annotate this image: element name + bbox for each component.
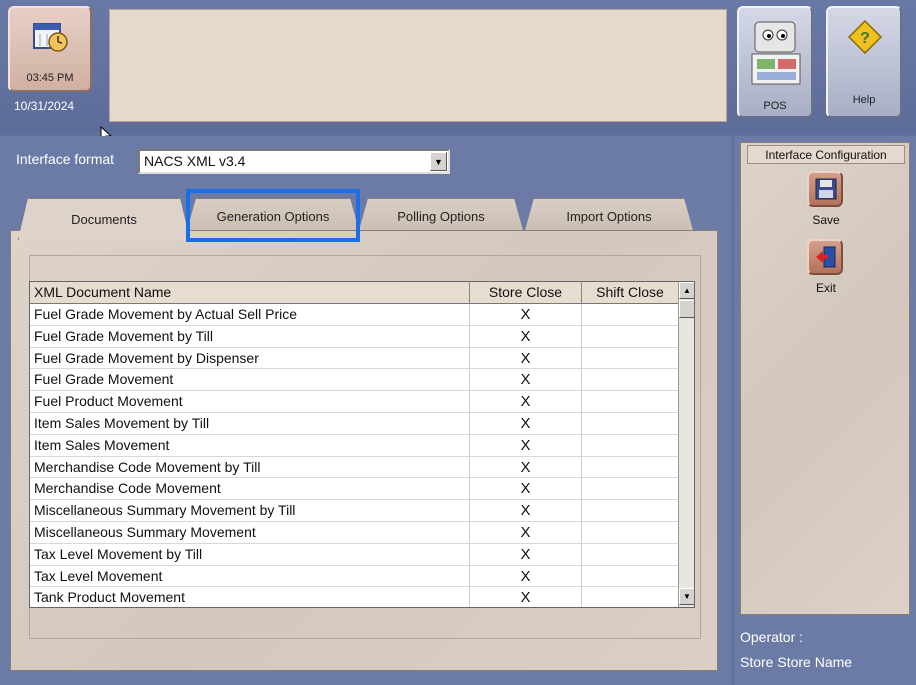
- document-name-cell: Fuel Grade Movement by Dispenser: [30, 347, 470, 369]
- dropdown-arrow-icon[interactable]: ▼: [430, 152, 447, 171]
- store-close-cell[interactable]: X: [470, 413, 582, 434]
- shift-close-cell[interactable]: [582, 326, 678, 347]
- help-label: Help: [852, 94, 876, 106]
- shift-close-cell[interactable]: [582, 566, 678, 587]
- store-close-cell[interactable]: X: [470, 456, 582, 478]
- column-header-name[interactable]: XML Document Name: [30, 282, 470, 304]
- table-row[interactable]: Fuel Grade Movement by Actual Sell Price…: [30, 304, 678, 326]
- document-name-cell: Item Sales Movement by Till: [30, 413, 470, 434]
- table-row[interactable]: Tax Level Movement by Till X: [30, 543, 678, 566]
- store-close-cell[interactable]: X: [470, 478, 582, 500]
- highlight-box: [186, 189, 360, 242]
- shift-close-cell[interactable]: [582, 369, 678, 390]
- column-header-shift-close[interactable]: Shift Close: [582, 282, 678, 304]
- tab-polling-options[interactable]: Polling Options: [358, 198, 524, 234]
- shift-close-cell[interactable]: [582, 544, 678, 565]
- document-name-cell: Fuel Grade Movement by Actual Sell Price: [30, 304, 470, 325]
- shift-close-cell[interactable]: [582, 457, 678, 478]
- interface-format-label: Interface format: [16, 151, 115, 167]
- interface-format-value: NACS XML v3.4: [144, 153, 246, 169]
- help-button[interactable]: ? Help: [826, 6, 902, 118]
- document-name-cell: Fuel Product Movement: [30, 391, 470, 412]
- grid-header: XML Document Name Store Close Shift Clos…: [30, 282, 694, 304]
- shift-close-cell[interactable]: [582, 500, 678, 521]
- exit-door-icon: [816, 246, 836, 268]
- config-panel-title: Interface Configuration: [747, 145, 905, 164]
- help-icon: ?: [848, 20, 882, 54]
- document-name-cell: Merchandise Code Movement by Till: [30, 456, 470, 478]
- tab-import-options[interactable]: Import Options: [524, 198, 694, 234]
- pos-label: POS: [763, 100, 787, 112]
- store-close-cell[interactable]: X: [470, 500, 582, 521]
- store-close-cell[interactable]: X: [470, 325, 582, 347]
- table-row[interactable]: Item Sales Movement by Till X: [30, 413, 678, 435]
- save-button[interactable]: [807, 171, 843, 207]
- store-close-cell[interactable]: X: [470, 543, 582, 565]
- calendar-clock-icon: [33, 23, 68, 52]
- document-name-cell: Fuel Grade Movement: [30, 369, 470, 391]
- shift-close-cell[interactable]: [582, 304, 678, 325]
- table-row[interactable]: Miscellaneous Summary Movement by Till X: [30, 500, 678, 522]
- document-name-cell: Fuel Grade Movement by Till: [30, 325, 470, 347]
- scroll-thumb[interactable]: [679, 300, 694, 318]
- clock-time: 03:45 PM: [26, 72, 74, 84]
- table-row[interactable]: Fuel Grade Movement by Dispenser X: [30, 347, 678, 370]
- store-close-cell[interactable]: X: [470, 369, 582, 391]
- store-name-label: Store Store Name: [740, 654, 853, 670]
- store-close-cell[interactable]: X: [470, 565, 582, 587]
- table-row[interactable]: Tax Level Movement X: [30, 565, 678, 588]
- store-close-cell[interactable]: X: [470, 347, 582, 369]
- document-name-cell: Tax Level Movement: [30, 565, 470, 587]
- save-label: Save: [812, 213, 840, 227]
- document-name-cell: Miscellaneous Summary Movement by Till: [30, 500, 470, 521]
- document-name-cell: Tax Level Movement by Till: [30, 543, 470, 565]
- table-row[interactable]: Fuel Grade Movement X: [30, 369, 678, 392]
- operator-label: Operator :: [740, 629, 804, 645]
- message-panel: [109, 9, 727, 122]
- clock-button[interactable]: 03:45 PM: [8, 6, 92, 92]
- column-header-store-close[interactable]: Store Close: [470, 282, 582, 304]
- pos-button[interactable]: POS: [737, 6, 813, 118]
- store-close-cell[interactable]: X: [470, 434, 582, 456]
- exit-button[interactable]: [807, 239, 843, 275]
- table-row[interactable]: Merchandise Code Movement by Till X: [30, 456, 678, 479]
- floppy-disk-icon: [815, 178, 837, 200]
- document-name-cell: Miscellaneous Summary Movement: [30, 522, 470, 543]
- store-close-cell[interactable]: X: [470, 522, 582, 543]
- shift-close-cell[interactable]: [582, 522, 678, 543]
- shift-close-cell[interactable]: [582, 413, 678, 434]
- store-close-cell[interactable]: X: [470, 304, 582, 325]
- tab-documents[interactable]: Documents: [18, 198, 190, 240]
- document-name-cell: Merchandise Code Movement: [30, 478, 470, 500]
- table-row[interactable]: Item Sales Movement X: [30, 434, 678, 457]
- current-date: 10/31/2024: [14, 99, 75, 113]
- interface-format-select[interactable]: NACS XML v3.4 ▼: [138, 149, 450, 174]
- document-name-cell: Tank Product Movement: [30, 587, 470, 607]
- scroll-down-arrow-icon[interactable]: ▼: [679, 588, 694, 605]
- shift-close-cell[interactable]: [582, 391, 678, 412]
- table-row[interactable]: Fuel Grade Movement by Till X: [30, 325, 678, 348]
- shift-close-cell[interactable]: [582, 478, 678, 499]
- table-row[interactable]: Tank Product Movement X: [30, 587, 678, 607]
- vertical-scrollbar[interactable]: ▲ ▼: [678, 282, 694, 607]
- xml-documents-grid: XML Document Name Store Close Shift Clos…: [29, 281, 695, 608]
- store-close-cell[interactable]: X: [470, 391, 582, 412]
- exit-label: Exit: [815, 281, 836, 295]
- document-name-cell: Item Sales Movement: [30, 434, 470, 456]
- interface-configuration-panel: Interface Configuration Save Exit: [740, 142, 910, 615]
- table-row[interactable]: Merchandise Code Movement X: [30, 478, 678, 501]
- shift-close-cell[interactable]: [582, 587, 678, 607]
- store-close-cell[interactable]: X: [470, 587, 582, 607]
- table-row[interactable]: Miscellaneous Summary Movement X: [30, 522, 678, 544]
- svg-text:?: ?: [860, 30, 870, 47]
- pos-terminal-icon: [751, 21, 801, 85]
- scroll-up-arrow-icon[interactable]: ▲: [679, 282, 694, 299]
- shift-close-cell[interactable]: [582, 435, 678, 456]
- shift-close-cell[interactable]: [582, 348, 678, 369]
- table-row[interactable]: Fuel Product Movement X: [30, 391, 678, 413]
